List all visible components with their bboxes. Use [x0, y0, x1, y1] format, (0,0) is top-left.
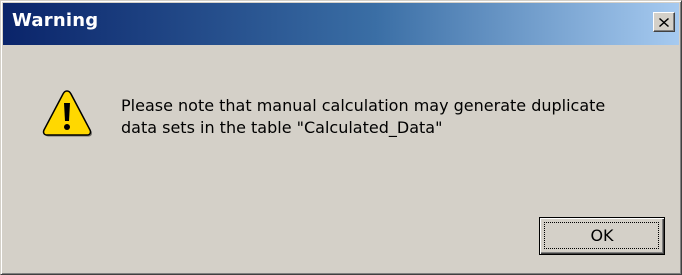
message-line-2: data sets in the table "Calculated_Data"	[121, 118, 443, 137]
dialog-body: Please note that manual calculation may …	[3, 45, 679, 273]
window-title: Warning	[12, 10, 99, 31]
warning-message: Please note that manual calculation may …	[121, 95, 661, 139]
close-icon	[659, 17, 669, 27]
warning-dialog: Warning Please note that manual calculat…	[0, 0, 682, 275]
ok-button[interactable]: OK	[539, 217, 665, 255]
close-button[interactable]	[653, 12, 675, 32]
ok-button-label: OK	[590, 225, 614, 245]
message-line-1: Please note that manual calculation may …	[121, 96, 606, 115]
warning-icon	[42, 90, 92, 137]
title-bar[interactable]: Warning	[3, 3, 679, 45]
